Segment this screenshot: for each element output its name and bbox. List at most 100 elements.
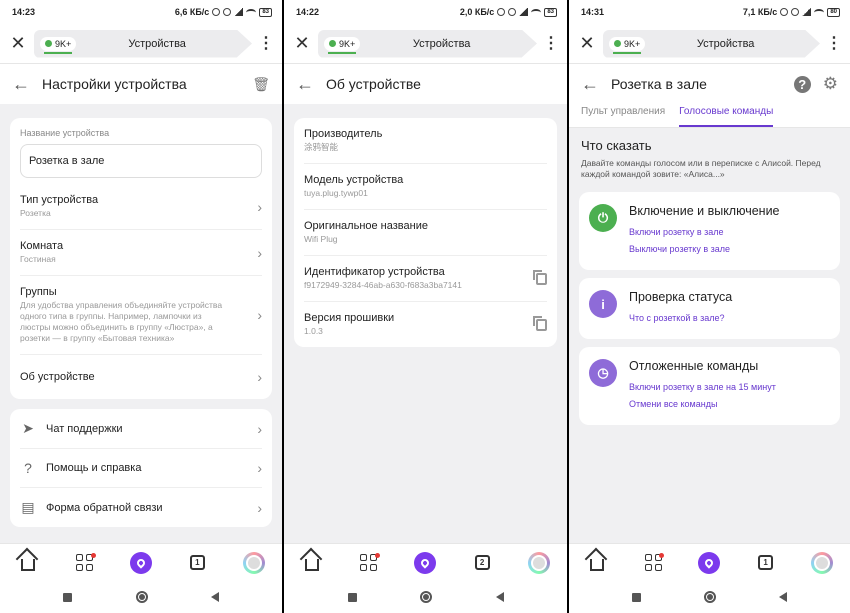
info-value: 1.0.3 <box>304 326 323 336</box>
url-bar[interactable]: 9K+ Устройства <box>318 29 537 58</box>
more-icon[interactable]: ⋮ <box>543 35 559 52</box>
more-icon[interactable]: ⋮ <box>826 35 842 52</box>
more-icon[interactable]: ⋮ <box>258 35 274 52</box>
services-icon[interactable] <box>74 552 96 574</box>
recents-icon[interactable] <box>347 592 357 602</box>
status-time: 14:22 <box>296 7 320 17</box>
close-icon[interactable]: ✕ <box>577 33 597 54</box>
browser-bar: ✕ 9K+ Устройства ⋮ <box>569 24 850 64</box>
device-name-label: Название устройства <box>20 128 110 138</box>
alice-icon[interactable] <box>698 551 721 574</box>
screen-title: Об устройстве <box>326 76 421 92</box>
ad-counter-badge[interactable]: 9K+ <box>40 36 77 54</box>
wifi-icon <box>246 8 257 16</box>
status-time: 14:23 <box>12 7 36 17</box>
shield-icon <box>614 40 621 47</box>
command-example[interactable]: Включи розетку в зале <box>629 224 780 241</box>
bluetooth-icon <box>212 8 221 16</box>
system-nav <box>569 581 850 613</box>
command-example[interactable]: Включи розетку в зале на 15 минут <box>629 379 776 396</box>
alarm-icon <box>223 8 232 16</box>
tabs-icon[interactable]: 2 <box>471 552 493 574</box>
info-title: Версия прошивки <box>304 312 395 324</box>
device-name-input[interactable]: Розетка в зале <box>20 144 262 178</box>
trash-icon[interactable]: 🗑 <box>252 76 270 93</box>
home-icon[interactable] <box>301 552 323 574</box>
back-arrow-icon[interactable]: ← <box>12 74 30 95</box>
services-icon[interactable] <box>642 552 665 574</box>
menu-help[interactable]: ? Помощь и справка › <box>20 449 262 488</box>
row-title: Тип устройства <box>20 194 99 206</box>
gear-icon[interactable]: ⚙ <box>823 74 838 94</box>
alice-icon[interactable] <box>129 551 152 574</box>
signal-icon <box>234 8 244 16</box>
avatar[interactable] <box>242 551 265 574</box>
browser-bar: ✕ 9K+ Устройства ⋮ <box>0 24 282 64</box>
tab-voice-commands[interactable]: Голосовые команды <box>679 104 774 127</box>
command-card-power: ⏻ Включение и выключение Включи розетку … <box>579 192 840 270</box>
row-room[interactable]: Комната Гостиная › <box>20 230 262 276</box>
command-title: Отложенные команды <box>629 359 759 373</box>
bluetooth-icon <box>497 8 506 16</box>
tabs-icon[interactable]: 1 <box>186 552 208 574</box>
home-icon[interactable] <box>17 552 39 574</box>
command-example[interactable]: Что с розеткой в зале? <box>629 310 732 327</box>
command-example[interactable]: Выключи розетку в зале <box>629 241 780 258</box>
wifi-icon <box>814 8 825 16</box>
menu-support-chat[interactable]: ➤ Чат поддержки › <box>20 409 262 449</box>
back-button-icon[interactable] <box>210 592 219 602</box>
back-arrow-icon[interactable]: ← <box>581 74 599 95</box>
status-speed: 6,6 КБ/с <box>174 7 210 17</box>
back-button-icon[interactable] <box>779 592 787 602</box>
help-icon[interactable]: ? <box>793 75 811 93</box>
status-time: 14:31 <box>581 7 605 17</box>
recents-icon[interactable] <box>632 592 641 602</box>
row-sub: Гостиная <box>20 254 56 264</box>
row-about-device[interactable]: Об устройстве › <box>20 355 262 399</box>
section-title: Что сказать <box>581 138 652 153</box>
chevron-right-icon: › <box>257 307 262 323</box>
device-info-card: Производитель 涂鸦智能 Модель устройства tuya.… <box>294 118 557 347</box>
page-title: Устройства <box>412 37 471 50</box>
copy-icon[interactable] <box>533 315 547 331</box>
alice-icon[interactable] <box>414 551 437 574</box>
back-arrow-icon[interactable]: ← <box>296 74 314 95</box>
info-title: Оригинальное название <box>304 220 428 232</box>
url-bar[interactable]: 9K+ Устройства <box>34 29 252 58</box>
home-button-icon[interactable] <box>420 591 432 603</box>
row-device-type[interactable]: Тип устройства Розетка › <box>20 184 262 230</box>
info-model: Модель устройства tuya.plug.tywp01 <box>304 164 547 210</box>
tab-remote-control[interactable]: Пульт управления <box>581 104 665 127</box>
info-value: f9172949-3284-46ab-a630-f683a3ba7141 <box>304 280 462 290</box>
back-button-icon[interactable] <box>495 592 504 602</box>
screen-voice-commands: 14:31 7,1 КБ/с 80 ✕ 9K+ Устройства ⋮ ← Ро… <box>569 0 850 613</box>
row-groups[interactable]: Группы Для удобства управления объединяйт… <box>20 276 262 355</box>
tabs-icon[interactable]: 1 <box>755 552 777 574</box>
copy-icon[interactable] <box>533 269 547 285</box>
command-example[interactable]: Отмени все команды <box>629 396 776 413</box>
close-icon[interactable]: ✕ <box>292 33 312 54</box>
avatar[interactable] <box>810 551 833 574</box>
bottom-nav: 1 <box>0 543 282 581</box>
url-bar[interactable]: 9K+ Устройства <box>603 29 820 58</box>
close-icon[interactable]: ✕ <box>8 33 28 54</box>
info-device-id: Идентификатор устройства f9172949-3284-46… <box>304 256 547 302</box>
info-original-name: Оригинальное название Wifi Plug <box>304 210 547 256</box>
tab-bar: Пульт управления Голосовые команды <box>569 104 850 128</box>
alarm-icon <box>508 8 517 16</box>
avatar[interactable] <box>527 551 550 574</box>
row-title: Комната <box>20 240 64 252</box>
ad-counter-badge[interactable]: 9K+ <box>324 36 361 54</box>
menu-feedback[interactable]: ▤ Форма обратной связи › <box>20 488 262 527</box>
home-button-icon[interactable] <box>704 591 716 603</box>
ad-counter-badge[interactable]: 9K+ <box>609 36 646 54</box>
support-card: ➤ Чат поддержки › ? Помощь и справка › ▤ Форм… <box>10 409 272 527</box>
row-sub: Розетка <box>20 208 51 218</box>
chevron-right-icon: › <box>257 244 262 261</box>
services-icon[interactable] <box>358 552 380 574</box>
home-button-icon[interactable] <box>135 591 148 603</box>
recents-icon[interactable] <box>63 592 73 602</box>
system-nav <box>284 581 567 613</box>
command-card-delayed: ◷ Отложенные команды Включи розетку в за… <box>579 347 840 425</box>
home-icon[interactable] <box>586 552 608 574</box>
